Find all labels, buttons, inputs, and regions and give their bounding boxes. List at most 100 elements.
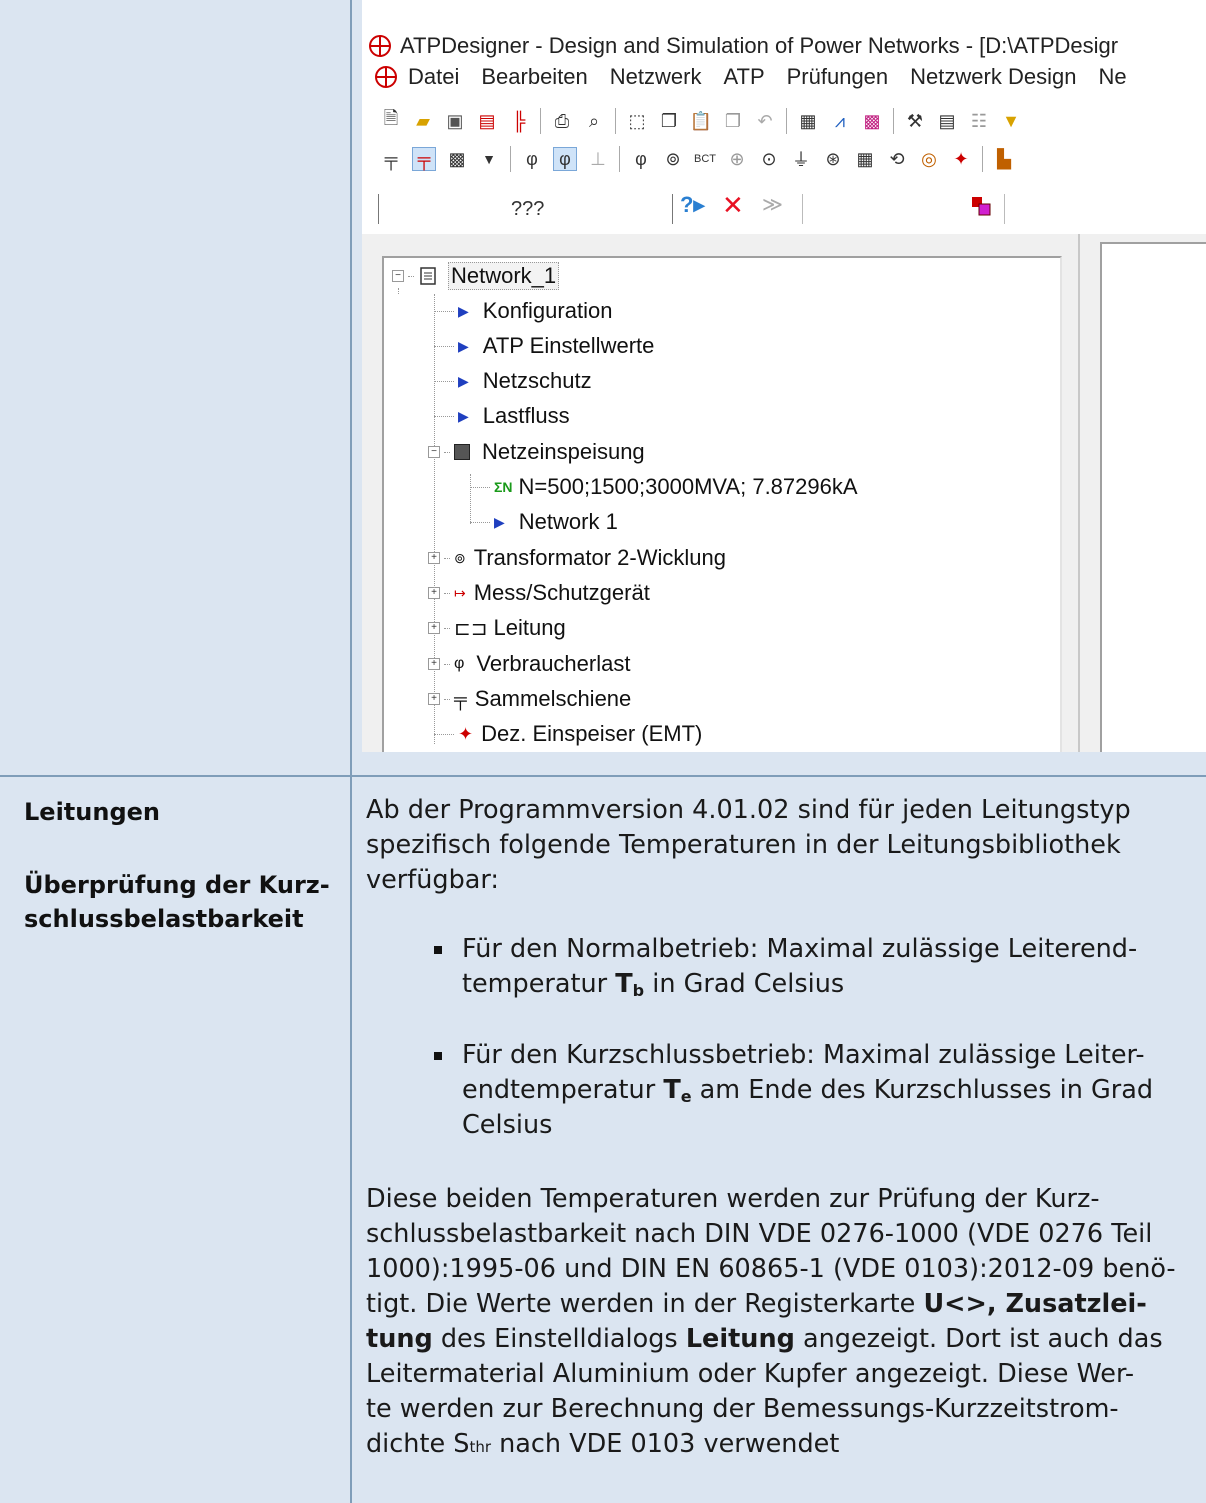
expand-icon[interactable]: + bbox=[428, 587, 440, 599]
tree-item-leitung[interactable]: + ⊏⊐ Leitung bbox=[428, 615, 566, 641]
tree-item-konfiguration[interactable]: ▶ Konfiguration bbox=[434, 298, 612, 324]
settings-icon[interactable]: ☷ bbox=[968, 110, 990, 132]
tree-item-atp-einstellwerte[interactable]: ▶ ATP Einstellwerte bbox=[434, 333, 654, 359]
capacitor-icon[interactable]: φ bbox=[630, 148, 652, 170]
tree-connector bbox=[470, 521, 490, 523]
tree-item-label: Network 1 bbox=[518, 509, 618, 534]
expand-icon[interactable]: + bbox=[428, 622, 440, 634]
grid-icon[interactable]: ▦ bbox=[797, 110, 819, 132]
intro-line-2: spezifisch folgende Temperaturen in der … bbox=[366, 830, 1121, 860]
meter-icon[interactable]: ▦ bbox=[854, 148, 876, 170]
menu-bearbeiten[interactable]: Bearbeiten bbox=[481, 64, 587, 90]
tree-item-label: Dez. Einspeiser (EMT) bbox=[481, 721, 703, 746]
undo-icon[interactable]: ↶ bbox=[754, 110, 776, 132]
plot-icon[interactable]: ⩘ bbox=[829, 110, 851, 132]
tree-item-label: Verbraucherlast bbox=[476, 651, 631, 676]
tree-item-label: Transformator 2-Wicklung bbox=[473, 545, 726, 570]
distributed-gen-icon[interactable]: ✦ bbox=[950, 148, 972, 170]
paste-special-icon[interactable]: ❐ bbox=[722, 110, 744, 132]
toolbar-main: 🗎 ▰ ▣ ▤ ╠ ⎙ ⌕ ⬚ ❐ 📋 ❐ ↶ ▦ ⩘ ▩ ⚒ ▤ ☷ ▼ bbox=[362, 102, 1206, 140]
menu-netzwerk-design[interactable]: Netzwerk Design bbox=[910, 64, 1076, 90]
tree-item-netzeinspeisung[interactable]: − Netzeinspeisung bbox=[428, 439, 645, 465]
new-file-icon[interactable]: 🗎 bbox=[380, 108, 402, 132]
toolbar-separator bbox=[1004, 194, 1005, 224]
bct-icon[interactable]: BCT bbox=[694, 148, 716, 170]
tree-icon[interactable]: ╠ bbox=[508, 110, 530, 132]
sync-icon[interactable]: ⟲ bbox=[886, 148, 908, 170]
print-preview-icon[interactable]: ⌕ bbox=[583, 110, 605, 132]
close-red-icon[interactable]: ✕ bbox=[722, 190, 744, 221]
properties-icon[interactable]: ▤ bbox=[936, 110, 958, 132]
menu-bar: Datei Bearbeiten Netzwerk ATP Prüfungen … bbox=[362, 60, 1206, 94]
ground-icon[interactable]: ⊥ bbox=[587, 148, 609, 170]
dropdown-arrow-icon[interactable]: ▼ bbox=[478, 148, 500, 170]
save-all-icon[interactable]: ▤ bbox=[476, 110, 498, 132]
tree-item-netzschutz[interactable]: ▶ Netzschutz bbox=[434, 368, 592, 394]
tree-connector bbox=[444, 451, 450, 453]
expand-icon[interactable]: + bbox=[428, 658, 440, 670]
heading-pruefung-1: Überprüfung der Kurz- bbox=[24, 871, 330, 899]
menu-ne[interactable]: Ne bbox=[1098, 64, 1126, 90]
copy-icon[interactable]: ❐ bbox=[658, 110, 680, 132]
help-run-icon[interactable]: ?▸ bbox=[680, 192, 704, 218]
menu-atp[interactable]: ATP bbox=[723, 64, 764, 90]
tools-icon[interactable]: ⚒ bbox=[904, 110, 926, 132]
text-span: endtemperatur bbox=[462, 1075, 664, 1105]
window-layout-icon[interactable] bbox=[970, 195, 992, 217]
load-frame-icon[interactable]: φ bbox=[553, 147, 577, 171]
tree-item-verbraucherlast[interactable]: + φ Verbraucherlast bbox=[428, 651, 630, 677]
tree-item-short-circuit-power[interactable]: ΣN N=500;1500;3000MVA; 7.87296kA bbox=[470, 474, 858, 500]
tree-item-label: Konfiguration bbox=[482, 298, 613, 323]
tree-item-lastfluss[interactable]: ▶ Lastfluss bbox=[434, 403, 570, 429]
line-icon: ⊏⊐ bbox=[454, 617, 488, 640]
collapse-icon[interactable]: − bbox=[392, 270, 404, 282]
chart-3phase-icon[interactable]: ▙ bbox=[993, 148, 1015, 170]
paste-icon[interactable]: 📋 bbox=[690, 110, 712, 132]
expand-icon[interactable]: + bbox=[428, 693, 440, 705]
bullet2-line-3: Celsius bbox=[462, 1110, 553, 1140]
busbar-icon[interactable]: ╤ bbox=[380, 148, 402, 170]
para2-line-4: tigt. Die Werte werden in der Registerka… bbox=[366, 1287, 1184, 1322]
menu-netzwerk[interactable]: Netzwerk bbox=[610, 64, 702, 90]
new-page-icon[interactable]: ⬚ bbox=[626, 110, 648, 132]
busbar-red-icon[interactable]: ╤ bbox=[412, 147, 436, 171]
fast-forward-icon[interactable]: ≫ bbox=[762, 192, 783, 217]
source-icon[interactable]: ⊙ bbox=[758, 148, 780, 170]
intro-line-3: verfügbar: bbox=[366, 865, 500, 895]
register-name: U<>, Zusatzlei- bbox=[923, 1289, 1147, 1319]
comment-icon[interactable]: ▼ bbox=[1000, 110, 1022, 132]
subscript-b: b bbox=[632, 981, 645, 1000]
para2-line-3: 1000):1995-06 und DIN EN 60865-1 (VDE 01… bbox=[366, 1254, 1176, 1284]
print-icon[interactable]: ⎙ bbox=[551, 110, 573, 132]
network-tree[interactable]: − Network_1 ▶ Konfiguration ▶ ATP Einste… bbox=[382, 256, 1062, 752]
tree-item-transformator[interactable]: + ⊚ Transformator 2-Wicklung bbox=[428, 545, 726, 571]
load-icon[interactable]: φ bbox=[521, 148, 543, 170]
save-icon[interactable]: ▣ bbox=[444, 110, 466, 132]
bullet1-line-2: temperatur Tb in Grad Celsius bbox=[462, 967, 1184, 1009]
tree-item-messgeraet[interactable]: + ↦ Mess/Schutzgerät bbox=[428, 580, 650, 606]
tree-item-sammelschiene[interactable]: + ╤ Sammelschiene bbox=[428, 686, 631, 712]
wave-icon[interactable]: ▩ bbox=[861, 110, 883, 132]
tree-item-label: Sammelschiene bbox=[474, 686, 632, 711]
open-folder-icon[interactable]: ▰ bbox=[412, 110, 434, 132]
menu-pruefungen[interactable]: Prüfungen bbox=[787, 64, 889, 90]
expand-icon[interactable]: + bbox=[428, 552, 440, 564]
menu-datei[interactable]: Datei bbox=[408, 64, 459, 90]
transformer-icon[interactable]: ⊚ bbox=[662, 148, 684, 170]
text-span: am Ende des Kurzschlusses in Grad bbox=[691, 1075, 1154, 1105]
motor-icon[interactable]: ⊛ bbox=[822, 148, 844, 170]
tree-item-network-1[interactable]: ▶ Network 1 bbox=[470, 509, 618, 535]
tree-root[interactable]: − Network_1 bbox=[392, 262, 560, 290]
three-phase-icon[interactable]: ◎ bbox=[918, 148, 940, 170]
collapse-icon[interactable]: − bbox=[428, 446, 440, 458]
drawing-pane[interactable] bbox=[1100, 242, 1206, 752]
element-combo[interactable]: ??? bbox=[378, 194, 673, 224]
arrow-right-icon: ▶ bbox=[494, 513, 505, 530]
splitter[interactable] bbox=[1078, 234, 1080, 752]
generator-icon[interactable]: ⊕ bbox=[726, 148, 748, 170]
atp-logo-icon[interactable] bbox=[374, 65, 398, 89]
relay-icon: ↦ bbox=[454, 584, 466, 601]
earth-icon[interactable]: ⏚ bbox=[790, 148, 812, 170]
fill-pattern-icon[interactable]: ▩ bbox=[446, 148, 468, 170]
tree-item-dez-einspeiser[interactable]: ✦ Dez. Einspeiser (EMT) bbox=[434, 721, 702, 747]
